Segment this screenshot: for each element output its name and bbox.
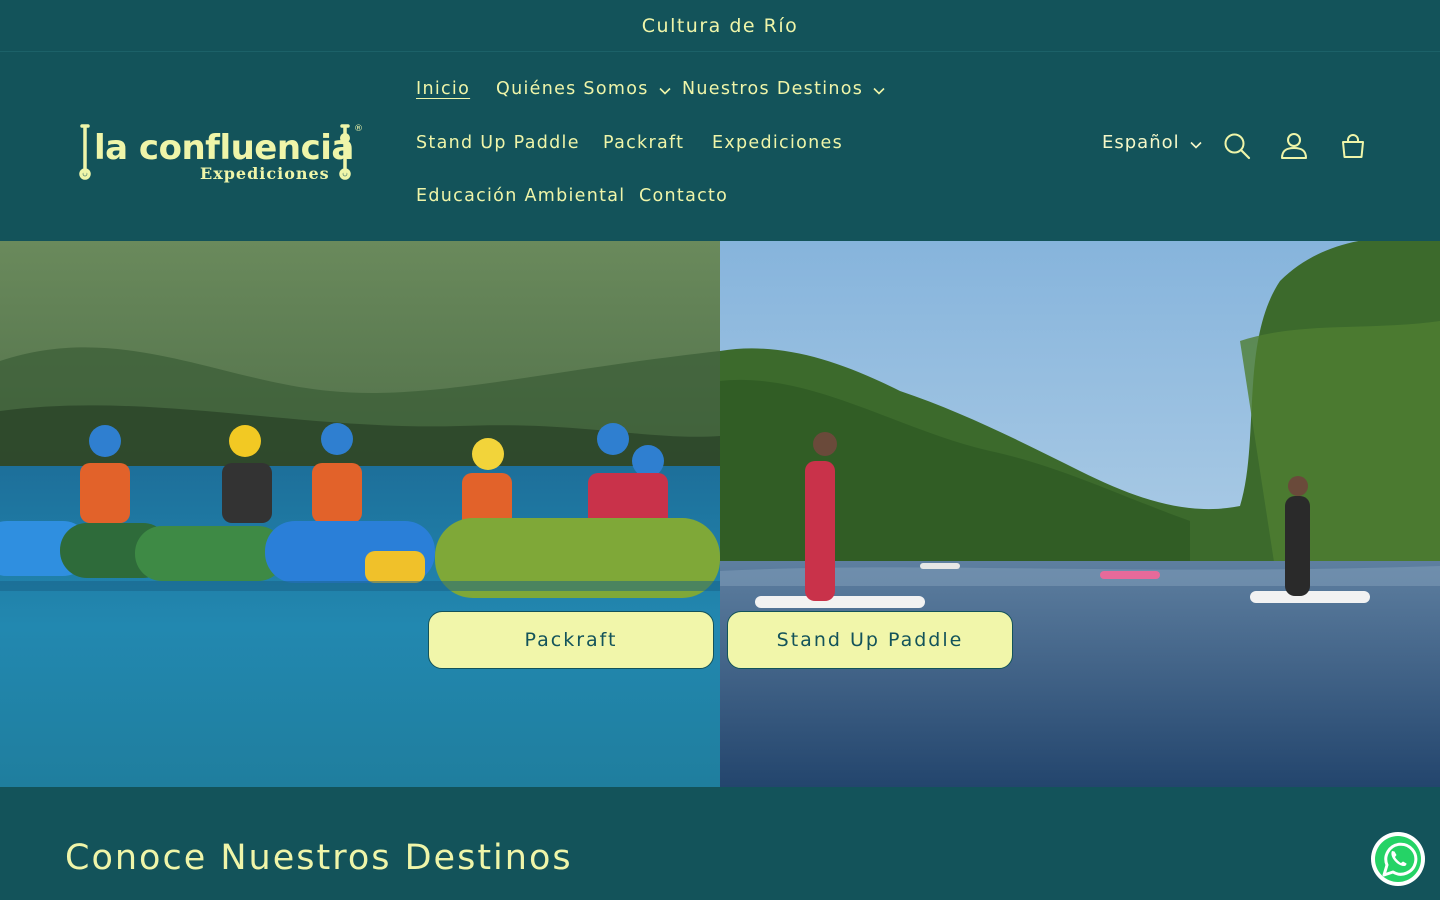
account-icon[interactable]: [1279, 131, 1309, 161]
chevron-down-icon: [1190, 141, 1202, 149]
search-icon[interactable]: [1222, 131, 1252, 161]
chevron-down-icon: [873, 87, 885, 95]
nav-item-educacion-ambiental[interactable]: Educación Ambiental: [416, 186, 625, 206]
cart-icon[interactable]: [1338, 132, 1368, 162]
nav-item-packraft[interactable]: Packraft: [603, 133, 684, 153]
hero-banner: Packraft Stand Up Paddle: [0, 241, 1440, 787]
logo-registered-mark: ®: [354, 124, 363, 134]
chevron-down-icon: [659, 87, 671, 95]
section-title: Conoce Nuestros Destinos: [65, 838, 573, 878]
announcement-bar: Cultura de Río: [0, 0, 1440, 52]
nav-item-contacto[interactable]: Contacto: [639, 186, 728, 206]
nav-item-stand-up-paddle[interactable]: Stand Up Paddle: [416, 133, 580, 153]
nav-item-inicio[interactable]: Inicio: [416, 79, 470, 99]
hero-image-stand-up-paddle: [720, 241, 1440, 787]
stand-up-paddle-button[interactable]: Stand Up Paddle: [727, 611, 1013, 669]
nav-item-expediciones[interactable]: Expediciones: [712, 133, 843, 153]
site-header: la confluencia Expediciones ® Inicio Qui…: [0, 52, 1440, 241]
packraft-button[interactable]: Packraft: [428, 611, 714, 669]
logo[interactable]: la confluencia Expediciones ®: [78, 124, 368, 188]
language-selector[interactable]: Español: [1102, 132, 1202, 153]
whatsapp-icon[interactable]: [1370, 831, 1426, 887]
language-label: Español: [1102, 132, 1180, 153]
hero-image-packraft: [0, 241, 720, 787]
logo-wordmark: la confluencia: [94, 128, 354, 168]
nav-item-nuestros-destinos[interactable]: Nuestros Destinos: [682, 79, 885, 99]
logo-subtitle: Expediciones: [200, 164, 330, 183]
nav-item-quienes-somos[interactable]: Quiénes Somos: [496, 79, 671, 99]
announcement-text: Cultura de Río: [641, 14, 799, 37]
